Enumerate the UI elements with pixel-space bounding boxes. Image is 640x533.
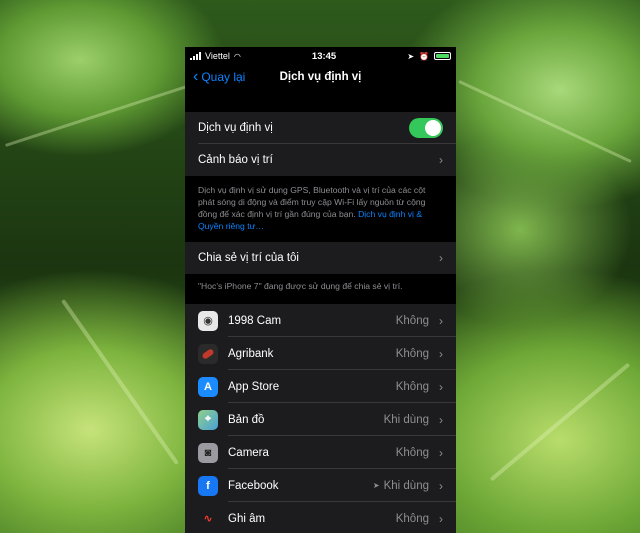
app-name: Camera xyxy=(228,446,269,459)
app-permission: Không xyxy=(395,512,429,525)
chevron-right-icon: › xyxy=(439,251,443,265)
app-name: Ghi âm xyxy=(228,512,266,525)
chevron-right-icon: › xyxy=(439,445,443,460)
app-store-icon: A xyxy=(198,376,218,397)
chevron-right-icon: › xyxy=(439,511,443,526)
chevron-right-icon: › xyxy=(439,346,443,361)
app-permission: Khi dùng xyxy=(383,479,429,492)
location-services-group: Dịch vụ định vị Cảnh báo vị trí › xyxy=(185,112,456,176)
location-alerts-label: Cảnh báo vị trí xyxy=(198,154,273,166)
carrier-label: Viettel xyxy=(205,51,230,61)
app-permission: Khi dùng xyxy=(383,413,429,426)
app-row-facebook[interactable]: f Facebook ➤ Khi dùng › xyxy=(185,469,456,502)
app-row-voice-memos[interactable]: ∿ Ghi âm Không › xyxy=(185,502,456,533)
maps-icon: ⌖ xyxy=(198,409,218,430)
app-permission: Không xyxy=(395,380,429,393)
signal-icon xyxy=(190,52,201,60)
recent-location-arrow-icon: ➤ xyxy=(372,481,380,490)
leaf-vein xyxy=(4,76,216,147)
app-name: Agribank xyxy=(228,347,274,360)
agribank-icon xyxy=(198,343,218,364)
leaf-vein xyxy=(458,79,632,164)
back-label: Quay lại xyxy=(201,70,246,84)
navigation-bar: ‹ Quay lại Dịch vụ định vị xyxy=(185,65,456,89)
leaf-vein xyxy=(489,362,631,482)
location-services-row: Dịch vụ định vị xyxy=(185,112,456,144)
app-list: ◉ 1998 Cam Không › Agribank Không › A App … xyxy=(185,304,456,533)
app-permission: Không xyxy=(395,347,429,360)
chevron-right-icon: › xyxy=(439,153,443,167)
location-arrow-icon: ➤ xyxy=(407,51,415,61)
back-button[interactable]: ‹ Quay lại xyxy=(193,68,246,85)
wifi-icon: ◠ xyxy=(233,51,241,61)
location-services-label: Dịch vụ định vị xyxy=(198,122,273,134)
app-name: Bản đồ xyxy=(228,413,265,426)
app-row-1998-cam[interactable]: ◉ 1998 Cam Không › xyxy=(185,304,456,337)
status-bar: Viettel ◠ 13:45 ➤ ⏰ xyxy=(185,47,456,65)
1998-cam-icon: ◉ xyxy=(198,310,218,331)
share-note: "Hoc's iPhone 7" đang được sử dụng để ch… xyxy=(198,281,403,291)
leaf-vein xyxy=(61,298,179,466)
facebook-icon: f xyxy=(198,475,218,496)
app-row-app-store[interactable]: A App Store Không › xyxy=(185,370,456,403)
app-name: Facebook xyxy=(228,479,279,492)
app-name: App Store xyxy=(228,380,280,393)
chevron-right-icon: › xyxy=(439,478,443,493)
location-description: Dịch vụ định vị sử dụng GPS, Bluetooth v… xyxy=(185,176,456,242)
chevron-right-icon: › xyxy=(439,412,443,427)
share-location-label: Chia sẻ vị trí của tôi xyxy=(198,252,299,264)
app-name: 1998 Cam xyxy=(228,314,282,327)
phone-screen: Viettel ◠ 13:45 ➤ ⏰ ‹ Quay lại Dịch vụ đ… xyxy=(185,47,456,533)
location-services-toggle[interactable] xyxy=(409,118,443,138)
chevron-right-icon: › xyxy=(439,379,443,394)
app-permission: Không xyxy=(395,314,429,327)
location-alerts-row[interactable]: Cảnh báo vị trí › xyxy=(185,144,456,176)
alarm-icon: ⏰ xyxy=(419,51,429,61)
app-row-camera[interactable]: ◙ Camera Không › xyxy=(185,436,456,469)
share-location-row[interactable]: Chia sẻ vị trí của tôi › xyxy=(185,242,456,274)
app-permission: Không xyxy=(395,446,429,459)
share-group: Chia sẻ vị trí của tôi › xyxy=(185,242,456,274)
voice-memos-icon: ∿ xyxy=(198,508,218,529)
battery-icon xyxy=(433,52,451,60)
camera-icon: ◙ xyxy=(198,442,218,463)
chevron-left-icon: ‹ xyxy=(193,68,199,85)
app-row-maps[interactable]: ⌖ Bản đồ Khi dùng › xyxy=(185,403,456,436)
app-row-agribank[interactable]: Agribank Không › xyxy=(185,337,456,370)
chevron-right-icon: › xyxy=(439,313,443,328)
status-time: 13:45 xyxy=(311,50,337,62)
